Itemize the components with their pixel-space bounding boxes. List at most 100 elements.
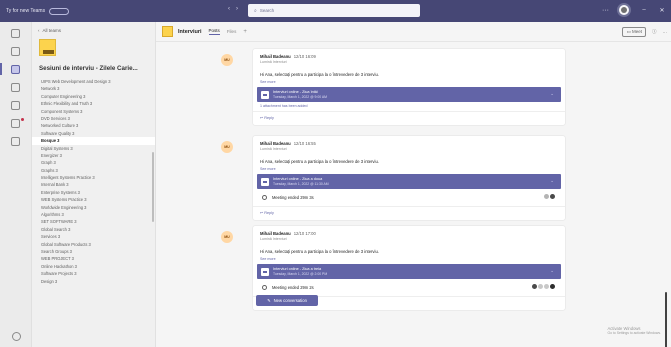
tab-files[interactable]: Files: [227, 29, 237, 34]
channel-item[interactable]: Algorithms 3: [32, 211, 155, 218]
channel-item[interactable]: Network 3: [32, 85, 155, 92]
channel-item[interactable]: Computer Engineering 3: [32, 93, 155, 100]
channel-item[interactable]: Internal Bank 3: [32, 181, 155, 188]
rail-teams[interactable]: [0, 60, 31, 78]
channel-item[interactable]: Digital Systems 3: [32, 145, 155, 152]
see-more-link[interactable]: See more: [253, 164, 565, 171]
back-arrow-icon[interactable]: ‹: [228, 6, 230, 12]
main-scrollbar[interactable]: [665, 292, 667, 347]
title-bar: Ty for new Teams ‹ › ⌕ Search ··· – ✕: [0, 0, 671, 22]
channel-item[interactable]: WEB PROJECT 3: [32, 255, 155, 262]
calendar-icon: [261, 90, 269, 99]
author-avatar[interactable]: MU: [221, 54, 233, 66]
info-icon[interactable]: ⓘ: [652, 29, 657, 35]
channel-item[interactable]: Services 3: [32, 233, 155, 240]
author-name[interactable]: Mihail Badeanu: [260, 231, 291, 236]
record-icon: [262, 194, 267, 200]
activate-windows-watermark: Activate Windows Go to Settings to activ…: [607, 326, 661, 335]
meeting-banner[interactable]: Interviuri online - Ziua a treia Tuesday…: [257, 264, 561, 279]
title-left: Ty for new Teams: [0, 7, 230, 15]
channel-item[interactable]: SET SOFTWARE 3: [32, 218, 155, 225]
search-input[interactable]: ⌕ Search: [248, 4, 420, 17]
team-name[interactable]: Sesiuni de interviu - Zilele Carie...: [39, 65, 155, 72]
reply-button[interactable]: ↩ Reply: [253, 206, 565, 220]
channel-item[interactable]: Global Search 3: [32, 226, 155, 233]
channel-item[interactable]: Online Hackathon 3: [32, 263, 155, 270]
meeting-time: Tuesday, March 1, 2022 @ 9:00 AM: [273, 95, 327, 99]
channel-item[interactable]: Search Groups 3: [32, 248, 155, 255]
post-header: Mihail Badeanu 12/10 17:00 Lumină Intervi…: [253, 226, 565, 241]
chevron-down-icon[interactable]: ⌄: [550, 268, 554, 274]
meeting-recording-row[interactable]: Meeting ended 29m 3s: [257, 191, 561, 203]
rail-apps[interactable]: [0, 132, 31, 150]
author-name[interactable]: Mihail Badeanu: [260, 54, 291, 59]
toggle-switch[interactable]: [49, 7, 70, 15]
channel-item[interactable]: DVD Services 3: [32, 115, 155, 122]
channel-item[interactable]: Worldwide Engineering 3: [32, 204, 155, 211]
channel-item[interactable]: Software Quality 3: [32, 130, 155, 137]
posts-area: MU Mihail Badeanu 12/10 16:09 Lumină Inte…: [156, 42, 671, 347]
title-right: ··· – ✕: [602, 3, 667, 17]
calendar-icon: [261, 267, 269, 276]
add-tab-icon[interactable]: +: [243, 29, 247, 35]
rail-calls[interactable]: [0, 96, 31, 114]
chevron-down-icon[interactable]: ⌄: [550, 178, 554, 184]
channel-item[interactable]: WEB Systems Practice 3: [32, 196, 155, 203]
author-avatar[interactable]: MU: [221, 231, 233, 243]
post-body: Hi Ana, selectați pentru a participa la …: [260, 159, 379, 164]
tab-posts[interactable]: Posts: [208, 28, 220, 35]
author-avatar[interactable]: MU: [221, 141, 233, 153]
see-more-link[interactable]: See more: [253, 77, 565, 84]
rail-help[interactable]: [0, 332, 32, 341]
back-label: All teams: [42, 28, 62, 33]
channel-item[interactable]: Energizer 3: [32, 152, 155, 159]
chevron-down-icon[interactable]: ⌄: [550, 91, 554, 97]
calendar-icon: [11, 82, 20, 92]
channel-title: Interviuri: [178, 28, 202, 35]
author-name[interactable]: Mihail Badeanu: [260, 141, 291, 146]
reply-label: Reply: [264, 211, 274, 215]
channel-item[interactable]: Graph 3: [32, 159, 155, 166]
channel-item[interactable]: UIPS Web Development and Design 3: [32, 78, 155, 85]
channel-item[interactable]: Enterprise Systems 3: [32, 189, 155, 196]
forward-arrow-icon[interactable]: ›: [236, 6, 238, 12]
panel-scrollbar[interactable]: [152, 152, 154, 222]
more-options-icon[interactable]: ···: [602, 7, 609, 14]
rail-calendar[interactable]: [0, 78, 31, 96]
compose-icon: ✎: [267, 298, 271, 303]
apps-icon: [11, 136, 20, 146]
rail-chat[interactable]: [0, 42, 31, 60]
more-icon[interactable]: ···: [663, 30, 668, 35]
channel-item[interactable]: Networked Culture 3: [32, 122, 155, 129]
rail-files[interactable]: [0, 114, 31, 132]
channel-item[interactable]: Bosque 3: [32, 137, 155, 145]
meeting-banner[interactable]: Interviuri online - Ziua întâi Tuesday, …: [257, 87, 561, 102]
post-time: 12/10 17:00: [293, 231, 316, 236]
meeting-recording-row[interactable]: Meeting ended 29m 2s: [257, 281, 561, 293]
participant-avatar: [544, 284, 549, 289]
channel-item[interactable]: Component Systems 3: [32, 108, 155, 115]
channel-item[interactable]: Graphs 3: [32, 167, 155, 174]
channel-item[interactable]: Design 3: [32, 278, 155, 285]
header-actions: ▭ Meet ⓘ ···: [622, 27, 667, 37]
new-conversation-label: New conversation: [273, 298, 307, 303]
post-time: 12/10 16:09: [293, 54, 316, 59]
channel-item[interactable]: Intelligent Systems Practice 3: [32, 174, 155, 181]
close-button[interactable]: ✕: [657, 7, 667, 14]
profile-avatar[interactable]: [617, 3, 631, 17]
attachment-note[interactable]: 1 attachment has been added: [253, 102, 565, 108]
meet-button[interactable]: ▭ Meet: [622, 27, 646, 37]
minimize-button[interactable]: –: [639, 7, 649, 13]
back-to-teams[interactable]: ‹ All teams: [32, 22, 155, 33]
meeting-time: Tuesday, March 1, 2022 @ 11:30 AM: [273, 182, 329, 186]
channel-item[interactable]: Global Software Products 3: [32, 241, 155, 248]
meeting-time: Tuesday, March 1, 2022 @ 2:00 PM: [273, 272, 328, 276]
meeting-banner[interactable]: Interviuri online - Ziua a doua Tuesday,…: [257, 174, 561, 189]
channel-item[interactable]: Ethnic Flexibility and Truth 3: [32, 100, 155, 107]
see-more-link[interactable]: See more: [253, 254, 565, 261]
rail-activity[interactable]: [0, 24, 31, 42]
channel-item[interactable]: Software Projects 3: [32, 270, 155, 277]
reply-button[interactable]: ↩ Reply: [253, 111, 565, 125]
new-conversation-button[interactable]: ✎ New conversation: [256, 295, 318, 306]
chat-icon: [11, 46, 20, 56]
